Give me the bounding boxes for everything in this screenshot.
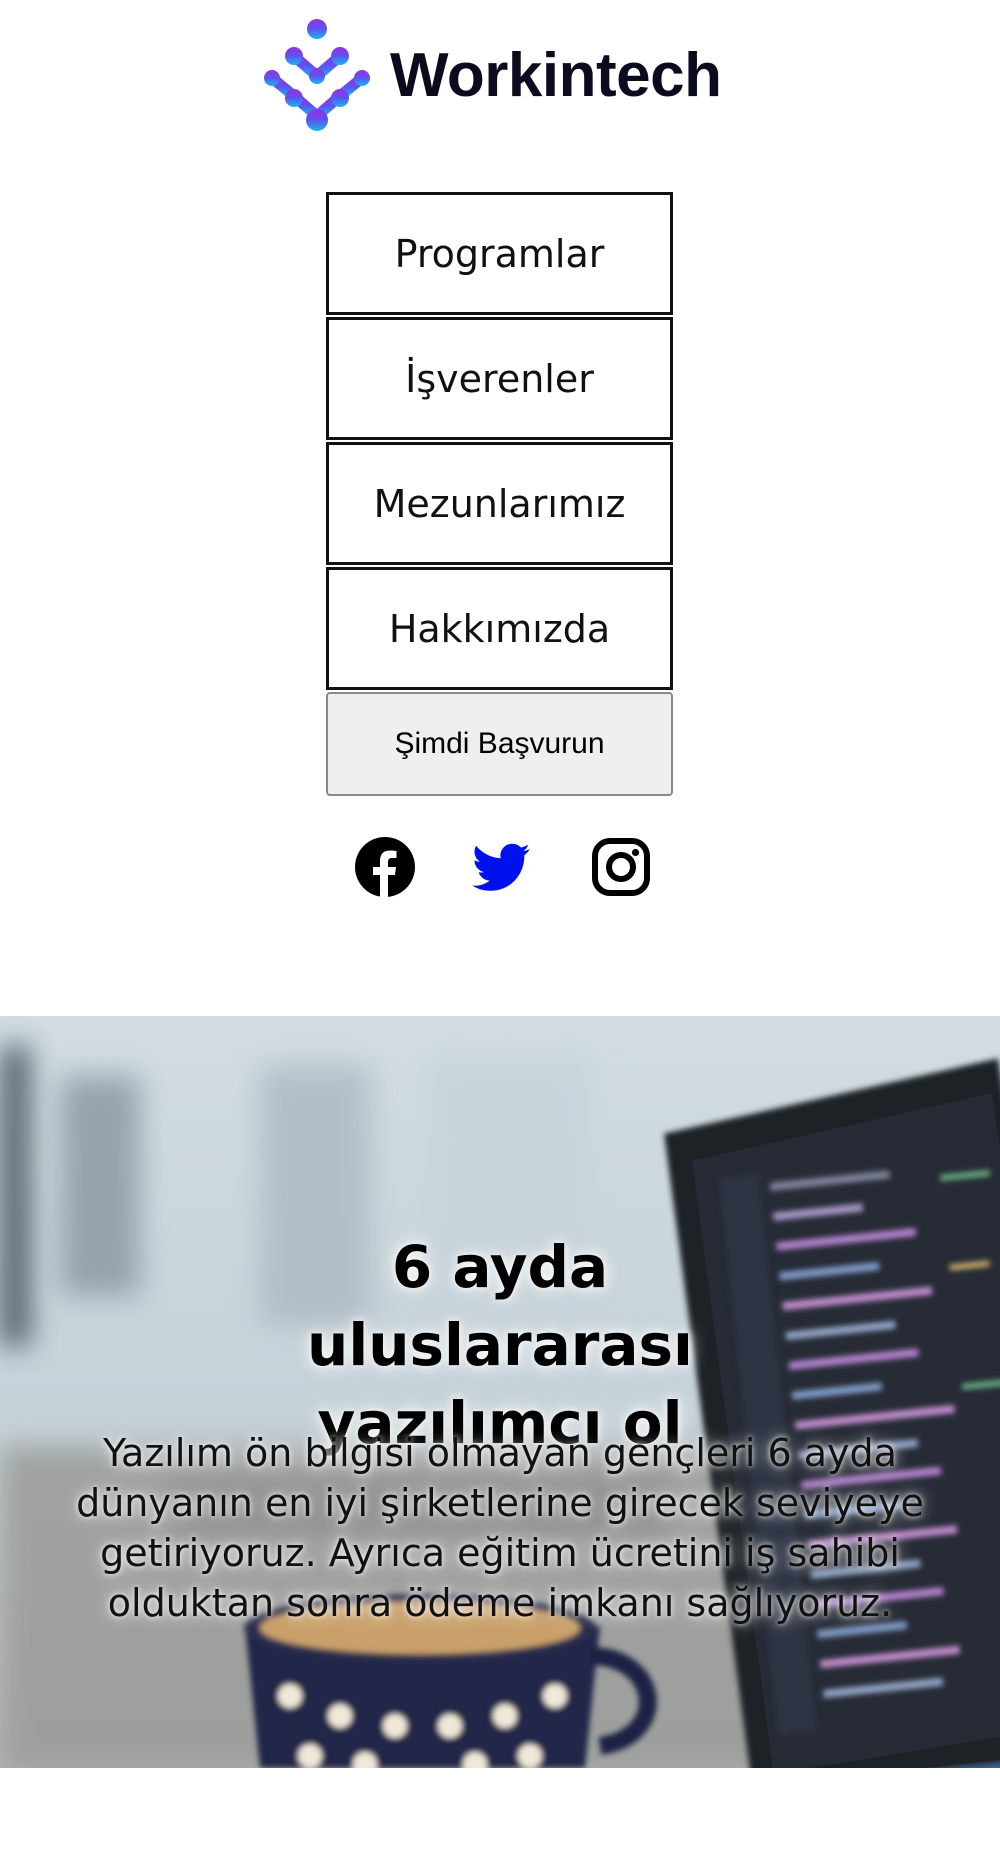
main-nav: Programlar İşverenler Mezunlarımız Hakkı… <box>326 192 673 796</box>
hero-section: 6 ayda uluslararası yazılımcı ol Yazılım… <box>0 1016 1000 1768</box>
social-links <box>0 836 1000 900</box>
hero-description: Yazılım ön bilgisi olmayan gençleri 6 ay… <box>76 1431 924 1625</box>
workintech-logo-icon[interactable] <box>262 18 372 134</box>
facebook-icon[interactable] <box>354 836 416 898</box>
nav-item-programlar[interactable]: Programlar <box>326 192 673 315</box>
hero-title: 6 ayda uluslararası yazılımcı ol <box>307 1233 693 1457</box>
brand-name[interactable]: Workintech <box>390 36 722 116</box>
nav-item-hakkimizda[interactable]: Hakkımızda <box>326 567 673 690</box>
nav-item-isverenler[interactable]: İşverenler <box>326 317 673 440</box>
nav-item-mezunlarimiz[interactable]: Mezunlarımız <box>326 442 673 565</box>
twitter-icon[interactable] <box>472 836 534 898</box>
apply-now-button[interactable]: Şimdi Başvurun <box>326 692 673 796</box>
instagram-icon[interactable] <box>590 836 652 898</box>
site-header: Workintech <box>0 0 1000 150</box>
